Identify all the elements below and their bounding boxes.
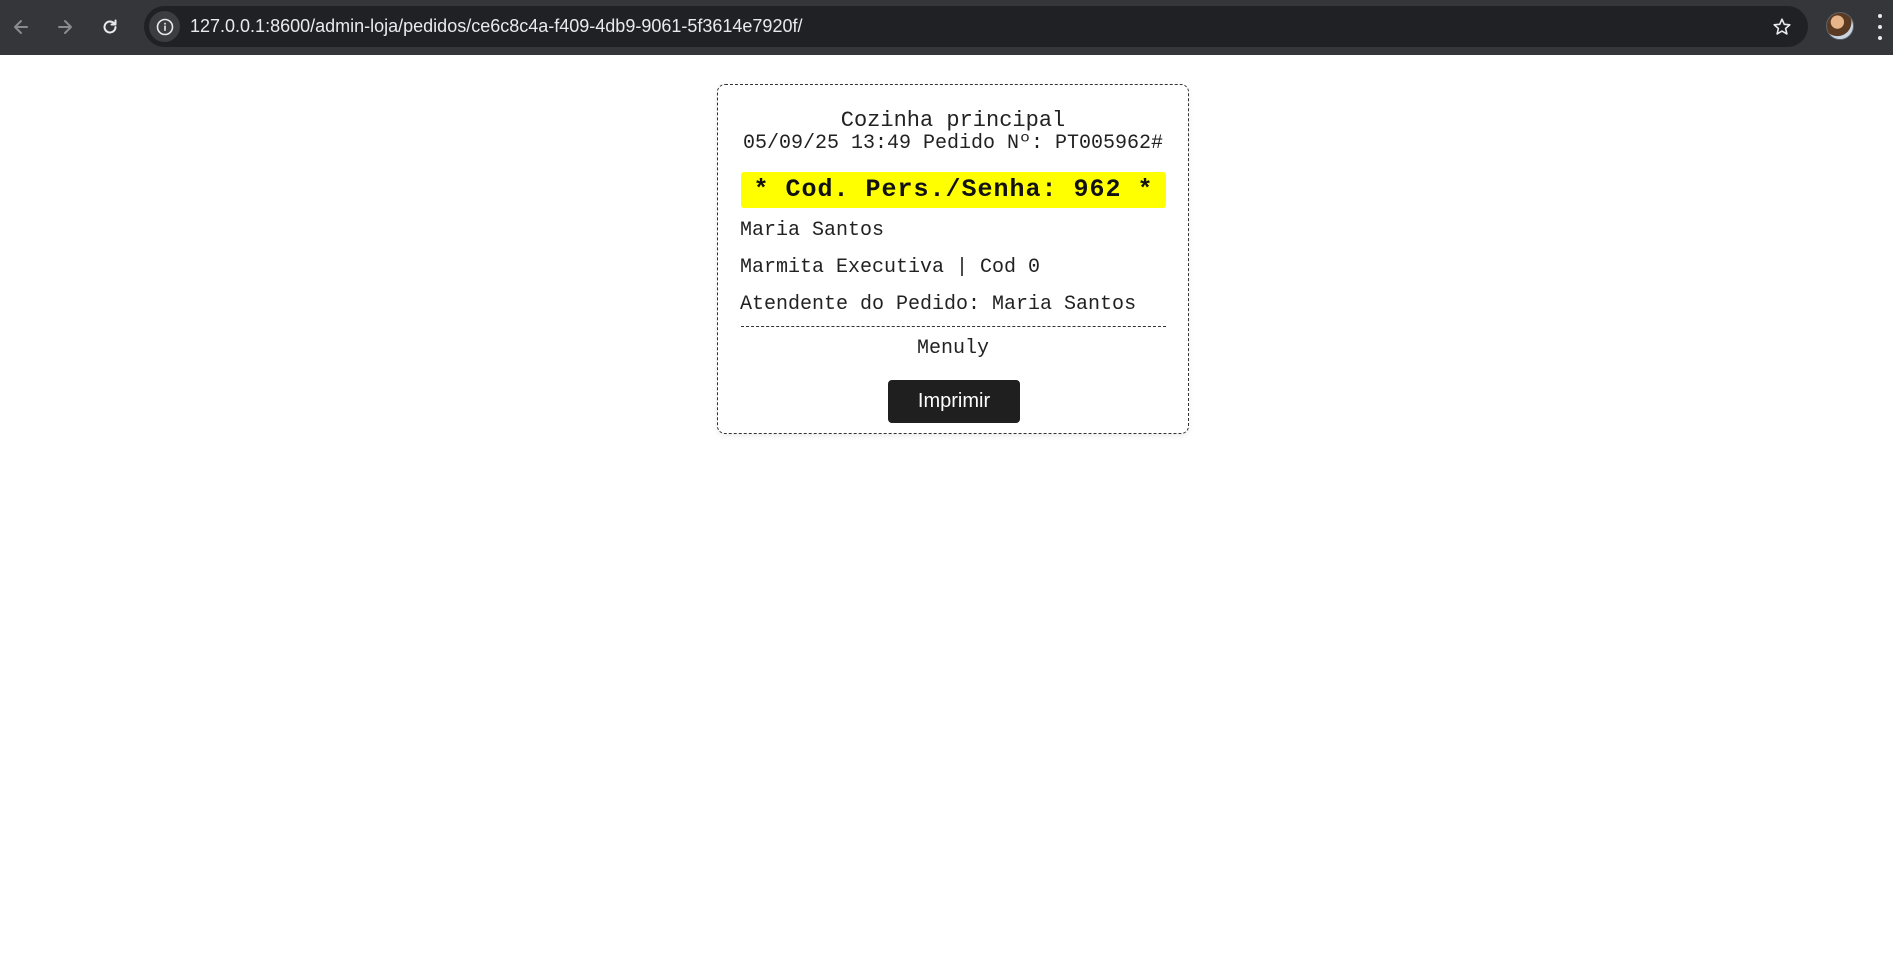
address-bar[interactable]: 127.0.0.1:8600/admin-loja/pedidos/ce6c8c…: [144, 6, 1808, 47]
site-info-button[interactable]: [149, 11, 180, 42]
print-button[interactable]: Imprimir: [888, 380, 1020, 423]
customer-name: Maria Santos: [740, 219, 885, 242]
bookmark-button[interactable]: [1770, 15, 1794, 39]
dashed-divider: [741, 326, 1166, 327]
info-icon: [156, 18, 173, 35]
star-icon: [1773, 18, 1791, 35]
order-attendant: Atendente do Pedido: Maria Santos: [740, 293, 1137, 316]
order-date-number: 05/09/25 13:49 Pedido Nº: PT005962#: [742, 132, 1164, 155]
profile-avatar[interactable]: [1826, 12, 1854, 40]
arrow-left-icon: [14, 20, 28, 34]
kebab-menu-icon: [1878, 14, 1882, 18]
back-button[interactable]: [6, 12, 36, 42]
order-ticket: Cozinha principal 05/09/25 13:49 Pedido …: [717, 84, 1189, 434]
reload-icon: [103, 19, 117, 34]
order-item: Marmita Executiva | Cod 0: [740, 256, 1041, 279]
browser-toolbar: 127.0.0.1:8600/admin-loja/pedidos/ce6c8c…: [0, 0, 1893, 55]
brand-footer: Menuly: [916, 337, 989, 360]
reload-button[interactable]: [95, 12, 125, 42]
kitchen-station-title: Cozinha principal: [840, 108, 1066, 133]
forward-button[interactable]: [50, 12, 80, 42]
arrow-right-icon: [58, 20, 72, 34]
browser-menu-button[interactable]: [1874, 14, 1886, 40]
order-password-highlight: * Cod. Pers./Senha: 962 *: [741, 172, 1166, 208]
url-text[interactable]: 127.0.0.1:8600/admin-loja/pedidos/ce6c8c…: [190, 6, 802, 47]
